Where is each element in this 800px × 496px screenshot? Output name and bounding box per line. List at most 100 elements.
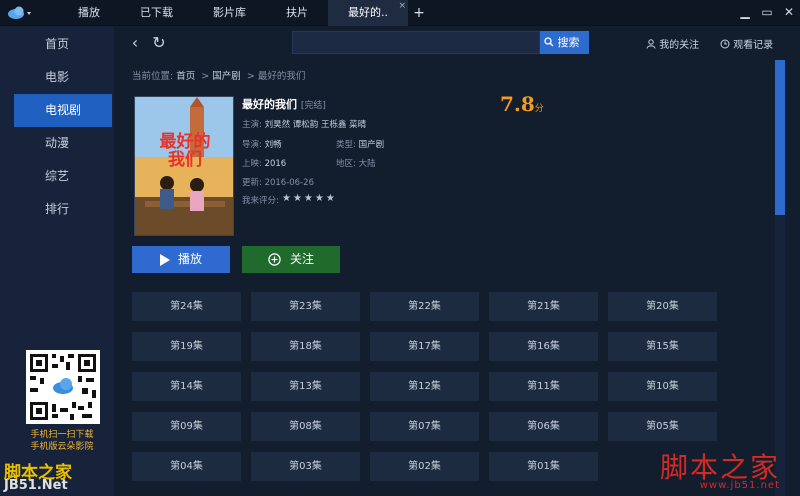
episode-button[interactable]: 第17集 bbox=[370, 332, 479, 361]
add-tab-button[interactable]: + bbox=[408, 0, 430, 26]
episode-button[interactable]: 第12集 bbox=[370, 372, 479, 401]
poster-art-icon: 最好的 我们 bbox=[135, 97, 233, 235]
episode-button[interactable]: 第20集 bbox=[608, 292, 717, 321]
episode-button[interactable]: 第18集 bbox=[251, 332, 360, 361]
user-icon bbox=[646, 39, 656, 49]
main-content: 当前位置: 首页 > 国产剧 > 最好的我们 最好的 我们 最好的我们 [完结]… bbox=[114, 60, 786, 496]
episode-button[interactable]: 第15集 bbox=[608, 332, 717, 361]
episode-button[interactable]: 第13集 bbox=[251, 372, 360, 401]
score-value: 7.8 bbox=[500, 92, 535, 116]
episode-button[interactable]: 第01集 bbox=[489, 452, 598, 481]
sidebar: 首页 电影 电视剧 动漫 综艺 排行 手机扫一扫下载 手机版云朵影院 bbox=[0, 26, 114, 496]
app-window: 播放 已下载 影片库 扶片 最好的.. × + ▁ ▭ ✕ 首页 电影 电视剧 … bbox=[0, 0, 800, 496]
tab-library[interactable]: 影片库 bbox=[193, 0, 266, 26]
refresh-icon[interactable]: ↻ bbox=[150, 34, 168, 52]
episode-button[interactable]: 第02集 bbox=[370, 452, 479, 481]
episode-button[interactable]: 第22集 bbox=[370, 292, 479, 321]
sidebar-item-movies[interactable]: 电影 bbox=[0, 61, 114, 94]
svg-text:最好的: 最好的 bbox=[160, 131, 211, 152]
follow-button[interactable]: 关注 bbox=[242, 246, 340, 273]
show-score: 7.8分 bbox=[500, 92, 544, 116]
poster-image[interactable]: 最好的 我们 bbox=[134, 96, 234, 236]
scrollbar-thumb[interactable] bbox=[775, 60, 785, 215]
minimize-icon[interactable]: ▁ bbox=[734, 0, 756, 26]
release-label: 上映: bbox=[242, 159, 262, 169]
type-label: 类型: bbox=[336, 140, 356, 150]
episode-button[interactable]: 第06集 bbox=[489, 412, 598, 441]
top-toolbar: ‹ ↻ 搜索 我的关注 观看记录 bbox=[114, 26, 800, 60]
breadcrumb-prefix: 当前位置: bbox=[132, 71, 174, 82]
sidebar-item-variety[interactable]: 综艺 bbox=[0, 160, 114, 193]
window-controls: ▁ ▭ ✕ bbox=[734, 0, 800, 26]
breadcrumb-sep: > bbox=[246, 71, 255, 82]
play-button[interactable]: 播放 bbox=[132, 246, 230, 273]
maximize-icon[interactable]: ▭ bbox=[756, 0, 778, 26]
plus-circle-icon bbox=[268, 253, 281, 266]
scrollbar[interactable] bbox=[775, 60, 785, 496]
director-row: 导演: 刘畅 bbox=[242, 138, 282, 150]
episode-button[interactable]: 第05集 bbox=[608, 412, 717, 441]
sidebar-item-anime[interactable]: 动漫 bbox=[0, 127, 114, 160]
director-label: 导演: bbox=[242, 140, 262, 150]
release-value: 2016 bbox=[264, 159, 287, 169]
rating-label: 我来评分: bbox=[242, 196, 279, 206]
rating-stars[interactable]: ★★★★★ bbox=[282, 193, 337, 204]
clock-icon bbox=[720, 39, 730, 49]
episode-button[interactable]: 第21集 bbox=[489, 292, 598, 321]
watch-history-link[interactable]: 观看记录 bbox=[720, 36, 773, 51]
episode-button[interactable]: 第16集 bbox=[489, 332, 598, 361]
back-icon[interactable]: ‹ bbox=[126, 34, 144, 52]
qr-caption-download: 手机扫一扫下载 bbox=[30, 430, 94, 440]
episode-button[interactable]: 第24集 bbox=[132, 292, 241, 321]
my-follow-link[interactable]: 我的关注 bbox=[646, 36, 699, 51]
watermark-left-url: JB51.Net bbox=[4, 478, 68, 493]
sidebar-item-home[interactable]: 首页 bbox=[0, 28, 114, 61]
show-title: 最好的我们 [完结] bbox=[242, 96, 326, 112]
search-button[interactable]: 搜索 bbox=[540, 31, 589, 54]
sidebar-item-tv[interactable]: 电视剧 bbox=[14, 94, 112, 127]
tab-current-show[interactable]: 最好的.. × bbox=[328, 0, 408, 26]
episode-button[interactable]: 第10集 bbox=[608, 372, 717, 401]
episode-button[interactable]: 第23集 bbox=[251, 292, 360, 321]
region-label: 地区: bbox=[336, 159, 356, 169]
cast-row: 主演: 刘昊然 谭松韵 王栎鑫 菜晴 bbox=[242, 118, 366, 130]
show-status: [完结] bbox=[300, 101, 326, 111]
qr-caption-app: 手机版云朵影院 bbox=[30, 442, 94, 452]
tab-play[interactable]: 播放 bbox=[58, 0, 120, 26]
tab-tuipian[interactable]: 扶片 bbox=[266, 0, 328, 26]
search-input[interactable] bbox=[292, 31, 540, 54]
watch-history-label: 观看记录 bbox=[733, 40, 774, 51]
breadcrumb-home[interactable]: 首页 bbox=[176, 71, 195, 82]
type-value: 国产剧 bbox=[358, 140, 385, 150]
update-value: 2016-06-26 bbox=[264, 178, 314, 188]
tab-close-icon[interactable]: × bbox=[398, 1, 406, 11]
tab-downloaded[interactable]: 已下载 bbox=[120, 0, 193, 26]
episode-button[interactable]: 第19集 bbox=[132, 332, 241, 361]
play-label: 播放 bbox=[178, 252, 203, 266]
breadcrumb-category[interactable]: 国产剧 bbox=[212, 71, 241, 82]
cloud-logo-icon[interactable] bbox=[6, 5, 34, 21]
breadcrumb: 当前位置: 首页 > 国产剧 > 最好的我们 bbox=[132, 68, 305, 82]
episode-button[interactable]: 第11集 bbox=[489, 372, 598, 401]
play-icon bbox=[160, 254, 170, 266]
director-value: 刘畅 bbox=[264, 140, 282, 150]
sidebar-item-ranking[interactable]: 排行 bbox=[0, 193, 114, 226]
search-button-label: 搜索 bbox=[557, 36, 580, 49]
tab-current-label: 最好的.. bbox=[348, 6, 388, 19]
update-row: 更新: 2016-06-26 bbox=[242, 176, 314, 188]
episode-button[interactable]: 第14集 bbox=[132, 372, 241, 401]
episode-button[interactable]: 第07集 bbox=[370, 412, 479, 441]
episode-button[interactable]: 第04集 bbox=[132, 452, 241, 481]
type-row: 类型: 国产剧 bbox=[336, 138, 384, 150]
breadcrumb-current: 最好的我们 bbox=[257, 71, 306, 82]
my-follow-label: 我的关注 bbox=[659, 40, 700, 51]
breadcrumb-sep: > bbox=[201, 71, 210, 82]
episode-button[interactable]: 第03集 bbox=[251, 452, 360, 481]
score-unit: 分 bbox=[534, 104, 544, 114]
title-bar: 播放 已下载 影片库 扶片 最好的.. × + ▁ ▭ ✕ bbox=[0, 0, 800, 26]
close-icon[interactable]: ✕ bbox=[778, 0, 800, 26]
cast-value: 刘昊然 谭松韵 王栎鑫 菜晴 bbox=[264, 120, 367, 130]
update-label: 更新: bbox=[242, 178, 262, 188]
episode-button[interactable]: 第09集 bbox=[132, 412, 241, 441]
episode-button[interactable]: 第08集 bbox=[251, 412, 360, 441]
